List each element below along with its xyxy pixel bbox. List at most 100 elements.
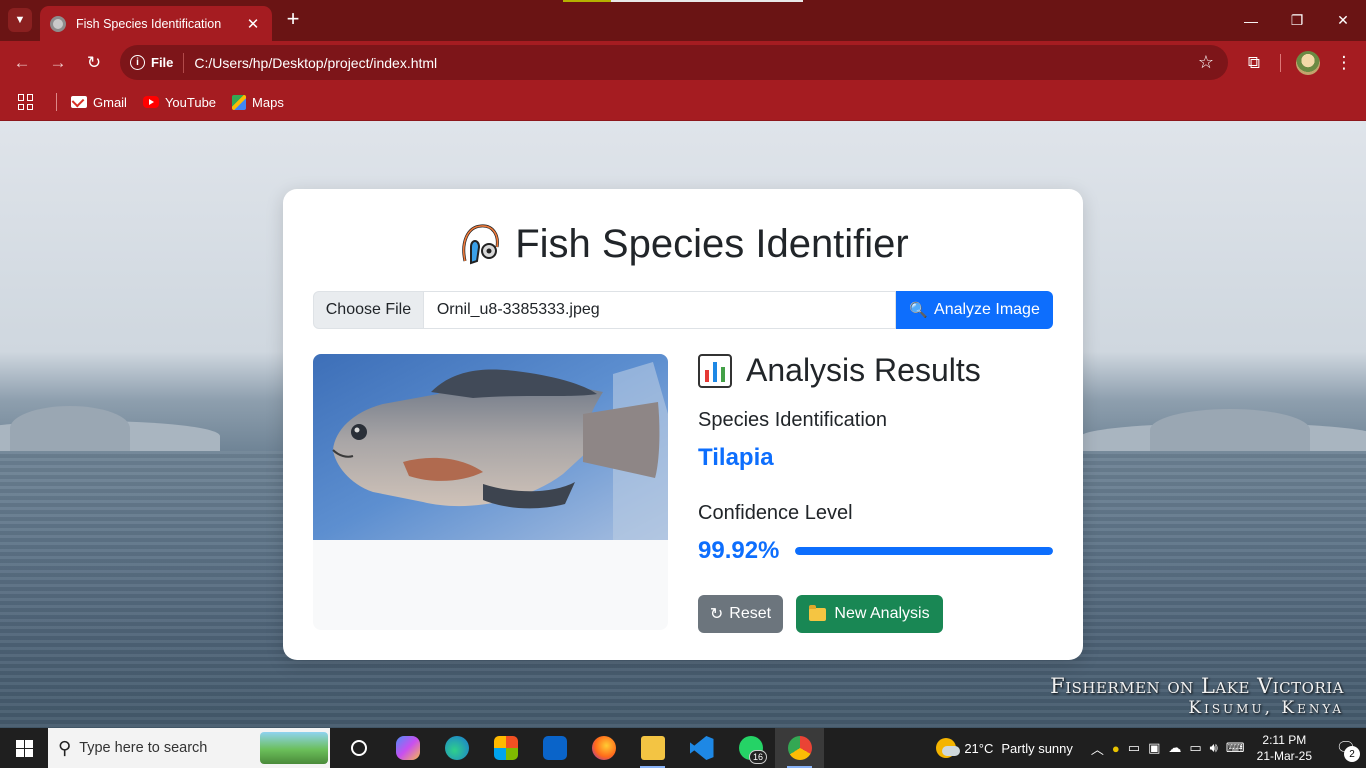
site-info-label: File [151, 55, 174, 70]
toolbar-divider [1280, 54, 1281, 72]
search-highlight-image [260, 732, 328, 764]
browser-toolbar: ← → ↻ i File C:/Users/hp/Desktop/project… [0, 41, 1366, 84]
chrome-icon [787, 736, 812, 760]
new-tab-button[interactable]: + [282, 8, 304, 32]
reset-icon: ↻ [709, 606, 724, 623]
folder-icon [809, 604, 827, 621]
close-tab-icon[interactable]: ✕ [244, 15, 262, 33]
site-info-chip[interactable]: i File [130, 52, 185, 73]
identifier-card: Fish Species Identifier Choose File Orni… [283, 189, 1083, 660]
cloud-icon[interactable]: ☁ [1168, 740, 1181, 756]
keyboard-icon[interactable]: ⌨ [1226, 740, 1245, 756]
task-view-icon [350, 740, 367, 756]
weather-temp: 21°C [964, 740, 994, 756]
tab-strip-indicator [563, 0, 803, 2]
info-icon: i [130, 55, 145, 70]
weather-widget[interactable]: 21°C Partly sunny [936, 738, 1073, 758]
task-view-button[interactable] [334, 728, 383, 768]
minimize-icon[interactable]: — [1228, 0, 1274, 41]
results-heading-text: Analysis Results [746, 352, 981, 388]
store-icon [493, 736, 518, 760]
network-icon[interactable]: ▭ [1128, 740, 1140, 756]
confidence-bar-fill [795, 547, 1053, 555]
bookmark-label: Gmail [93, 94, 127, 110]
folder-icon [640, 736, 665, 760]
tray-icons: ︿ ● ▭ ▣ ☁ ▭ 🔊︎ ⌨ [1091, 739, 1245, 758]
more-menu-icon[interactable]: ⋮ [1332, 51, 1356, 75]
confidence-value: 99.92% [698, 537, 780, 564]
results-panel: Analysis Results Species Identification … [698, 352, 1053, 633]
chrome-button[interactable] [775, 728, 824, 768]
analyze-image-button[interactable]: 🔍 Analyze Image [896, 291, 1053, 329]
bookmarks-bar: Gmail YouTube Maps [0, 84, 1366, 121]
weather-desc: Partly sunny [1001, 740, 1073, 756]
choose-file-button[interactable]: Choose File [313, 291, 424, 329]
pinned-apps: 16 [334, 728, 824, 768]
search-placeholder: Type here to search [79, 740, 208, 756]
upload-form: Choose File Ornil_u8-3385333.jpeg 🔍 Anal… [313, 291, 1053, 329]
system-tray: 21°C Partly sunny ︿ ● ▭ ▣ ☁ ▭ 🔊︎ ⌨ 2:11 … [936, 728, 1366, 768]
forward-arrow-icon[interactable]: → [46, 51, 70, 75]
globe-icon [50, 15, 66, 32]
reload-icon[interactable]: ↻ [82, 51, 106, 75]
back-arrow-icon[interactable]: ← [10, 51, 34, 75]
tab-search-button[interactable]: ▼ [8, 8, 32, 32]
new-analysis-button[interactable]: New Analysis [796, 595, 943, 633]
photo-watermark: Fishermen on Lake Victoria Kisumu, Kenya [1050, 674, 1344, 718]
notification-count: 2 [1344, 746, 1360, 762]
action-buttons: ↻ Reset New Analysis [698, 595, 1053, 633]
vscode-button[interactable] [677, 728, 726, 768]
tab-title: Fish Species Identification [76, 16, 222, 31]
fish-photo [313, 354, 668, 540]
magnifier-icon: 🔍 [909, 302, 929, 319]
clock[interactable]: 2:11 PM 21-Mar-25 [1257, 732, 1312, 764]
store-button[interactable] [481, 728, 530, 768]
firefox-icon [591, 736, 616, 760]
apps-grid-icon[interactable] [18, 94, 34, 110]
volume-icon[interactable]: 🔊︎ [1210, 740, 1218, 756]
species-label: Species Identification [698, 409, 888, 431]
gmail-icon [71, 96, 87, 108]
reset-button[interactable]: ↻ Reset [698, 595, 783, 633]
clock-date: 21-Mar-25 [1256, 749, 1312, 763]
copilot-button[interactable] [383, 728, 432, 768]
bookmark-maps[interactable]: Maps [232, 94, 284, 110]
profile-avatar[interactable] [1296, 51, 1320, 75]
active-tab[interactable]: Fish Species Identification ✕ [40, 6, 272, 41]
extensions-icon[interactable]: ⧉ [1242, 51, 1266, 75]
shield-icon[interactable]: ● [1112, 741, 1120, 756]
copilot-icon [395, 736, 420, 760]
whatsapp-button[interactable]: 16 [726, 728, 775, 768]
chevron-up-icon[interactable]: ︿ [1091, 739, 1104, 758]
reset-label: Reset [729, 605, 772, 622]
bar-chart-icon [698, 353, 732, 388]
edge-button[interactable] [432, 728, 481, 768]
confidence-row: 99.92% [698, 537, 1053, 565]
battery-icon[interactable]: ▭ [1189, 740, 1201, 756]
window-controls: — ❐ ✕ [1228, 0, 1366, 41]
analyze-label: Analyze Image [934, 301, 1040, 318]
species-value: Tilapia [698, 444, 774, 471]
bookmark-star-icon[interactable]: ☆ [1198, 52, 1214, 73]
bookmark-youtube[interactable]: YouTube [142, 95, 216, 110]
restore-icon[interactable]: ❐ [1274, 0, 1320, 41]
outlook-button[interactable] [530, 728, 579, 768]
new-analysis-label: New Analysis [834, 605, 930, 622]
watermark-line2: Kisumu, Kenya [1188, 698, 1344, 718]
url-text[interactable]: C:/Users/hp/Desktop/project/index.html [194, 55, 1197, 71]
start-button[interactable] [0, 728, 48, 768]
taskbar-search[interactable]: ⚲ Type here to search [48, 728, 330, 768]
meet-icon[interactable]: ▣ [1148, 740, 1160, 756]
bookmark-gmail[interactable]: Gmail [71, 95, 127, 110]
address-bar[interactable]: i File C:/Users/hp/Desktop/project/index… [120, 45, 1228, 80]
confidence-label: Confidence Level [698, 502, 853, 524]
vscode-icon [689, 736, 714, 760]
notifications-button[interactable]: 🗨︎ 2 [1326, 728, 1366, 768]
file-name-field[interactable]: Ornil_u8-3385333.jpeg [423, 291, 897, 329]
close-window-icon[interactable]: ✕ [1320, 0, 1366, 41]
image-preview [313, 354, 668, 630]
firefox-button[interactable] [579, 728, 628, 768]
fishing-icon [462, 224, 500, 265]
edge-icon [444, 736, 469, 760]
file-explorer-button[interactable] [628, 728, 677, 768]
